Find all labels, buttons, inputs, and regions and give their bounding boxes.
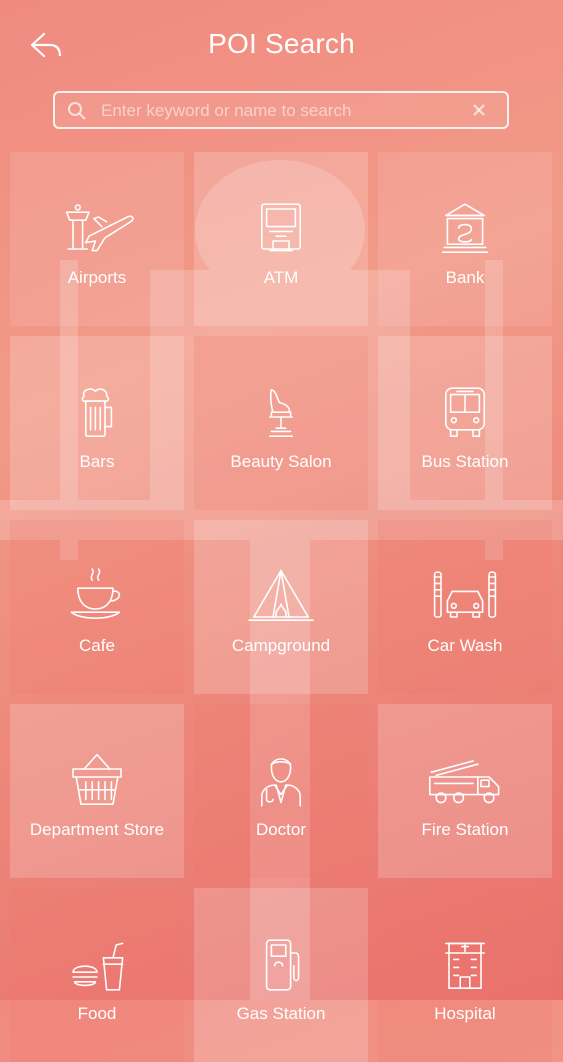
atm-icon (261, 203, 301, 252)
clear-search-icon[interactable] (469, 100, 489, 120)
fire-truck-icon (429, 760, 500, 804)
category-label: Bars (79, 452, 115, 471)
page-title: POI Search (208, 28, 355, 59)
car-wash-icon (433, 571, 497, 618)
category-label: Doctor (255, 820, 307, 839)
category-tile-campground[interactable]: Campground (194, 520, 368, 694)
category-tile-atm[interactable]: ATM (194, 152, 368, 326)
search-bar (53, 91, 509, 129)
burger-drink-icon (72, 942, 124, 991)
category-label: Campground (231, 636, 331, 655)
category-grid: Airports ATM Bank Bars Beauty Salon Bus … (10, 152, 553, 1062)
salon-chair-icon (269, 389, 293, 437)
category-label: Food (77, 1004, 117, 1023)
category-tile-bus-station[interactable]: Bus Station (378, 336, 552, 510)
category-tile-department-store[interactable]: Department Store (10, 704, 184, 878)
category-label: Fire Station (421, 820, 509, 839)
category-tile-fire-station[interactable]: Fire Station (378, 704, 552, 878)
category-tile-doctor[interactable]: Doctor (194, 704, 368, 878)
category-label: Bus Station (421, 452, 509, 471)
search-input[interactable] (99, 93, 473, 129)
search-icon (68, 102, 86, 120)
hospital-icon (445, 942, 485, 989)
category-label: Car Wash (427, 636, 503, 655)
category-tile-hospital[interactable]: Hospital (378, 888, 552, 1062)
header-bar: POI Search (0, 0, 563, 90)
category-tile-airports[interactable]: Airports (10, 152, 184, 326)
category-label: Bank (445, 268, 485, 287)
tent-icon (248, 569, 314, 621)
category-label: Hospital (434, 1004, 496, 1023)
basket-icon (72, 753, 122, 805)
category-tile-food[interactable]: Food (10, 888, 184, 1062)
category-label: ATM (263, 268, 299, 287)
category-tile-beauty-salon[interactable]: Beauty Salon (194, 336, 368, 510)
category-label: Department Store (29, 820, 165, 839)
fuel-pump-icon (265, 939, 300, 991)
category-label: Cafe (79, 636, 115, 655)
category-label: Airports (67, 268, 127, 287)
airport-icon (65, 204, 134, 252)
category-tile-car-wash[interactable]: Car Wash (378, 520, 552, 694)
bus-icon (445, 387, 485, 437)
doctor-icon (261, 758, 301, 807)
category-tile-bars[interactable]: Bars (10, 336, 184, 510)
category-tile-gas-station[interactable]: Gas Station (194, 888, 368, 1062)
beer-icon (81, 388, 113, 437)
category-tile-bank[interactable]: Bank (378, 152, 552, 326)
bank-icon (441, 203, 489, 253)
category-tile-cafe[interactable]: Cafe (10, 520, 184, 694)
coffee-cup-icon (70, 568, 121, 619)
category-label: Beauty Salon (230, 452, 332, 471)
category-label: Gas Station (236, 1004, 326, 1023)
